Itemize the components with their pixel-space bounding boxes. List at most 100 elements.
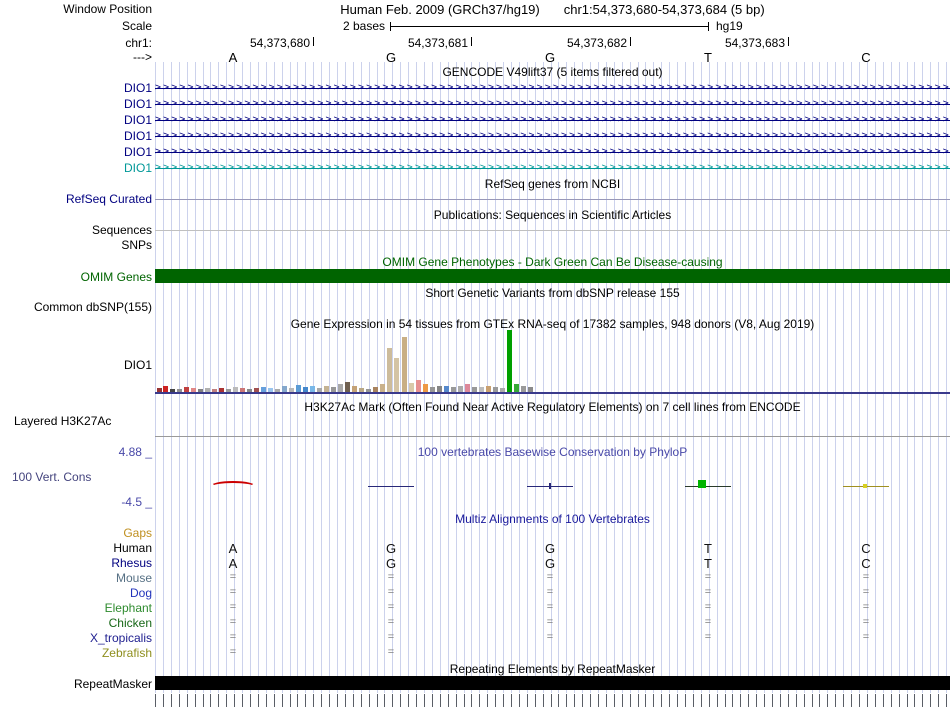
gtex-tissue-bar[interactable] bbox=[296, 385, 301, 392]
ruler-tick bbox=[685, 694, 686, 707]
browser-title: Human Feb. 2009 (GRCh37/hg19) chr1:54,373… bbox=[155, 2, 950, 17]
ruler-tick bbox=[400, 694, 402, 707]
h3k27ac-label[interactable]: Layered H3K27Ac bbox=[14, 414, 111, 428]
assembly-title: Human Feb. 2009 (GRCh37/hg19) bbox=[340, 2, 540, 17]
gencode-transcript-label[interactable]: DIO1 bbox=[124, 129, 152, 143]
gtex-tissue-bar[interactable] bbox=[465, 384, 470, 392]
ruler-tick bbox=[210, 694, 212, 707]
gtex-tissue-bar[interactable] bbox=[514, 384, 519, 392]
omim-genes-label[interactable]: OMIM Genes bbox=[81, 270, 152, 284]
gtex-tissue-bar[interactable] bbox=[416, 380, 421, 392]
ruler-tick-mark bbox=[630, 37, 631, 46]
phylop-mark-box[interactable] bbox=[698, 480, 706, 488]
gencode-transcript-label[interactable]: DIO1 bbox=[124, 145, 152, 159]
ruler-tick bbox=[257, 694, 259, 707]
gencode-transcript-row[interactable]: >>>>>>>>>>>>>>>>>>>>>>>>>>>>>>>>>>>>>>>>… bbox=[155, 160, 950, 176]
species-label[interactable]: Dog bbox=[130, 586, 152, 600]
gtex-tissue-bar[interactable] bbox=[394, 358, 399, 392]
ruler-tick bbox=[463, 694, 465, 707]
gaps-label[interactable]: Gaps bbox=[123, 526, 152, 540]
repeatmasker-bar[interactable] bbox=[155, 676, 950, 690]
ruler-tick bbox=[653, 694, 655, 707]
ruler-tick bbox=[447, 694, 449, 707]
alignment-cell: = bbox=[546, 586, 554, 598]
transcript-arrows: >>>>>>>>>>>>>>>>>>>>>>>>>>>>>>>>>>>>>>>>… bbox=[155, 114, 950, 125]
species-label[interactable]: Zebrafish bbox=[102, 646, 152, 660]
refseq-curated-label[interactable]: RefSeq Curated bbox=[66, 192, 152, 206]
ruler-tick bbox=[242, 694, 243, 707]
alignment-cell: = bbox=[862, 586, 870, 598]
gtex-gene-label[interactable]: DIO1 bbox=[124, 358, 152, 372]
omim-gene-bar[interactable] bbox=[155, 269, 950, 283]
alignment-cell: = bbox=[546, 631, 554, 643]
gencode-transcript-label[interactable]: DIO1 bbox=[124, 161, 152, 175]
ruler-tick bbox=[645, 694, 647, 707]
species-label[interactable]: X_tropicalis bbox=[90, 631, 152, 645]
alignment-cell: C bbox=[861, 541, 871, 556]
gencode-transcript-row[interactable]: >>>>>>>>>>>>>>>>>>>>>>>>>>>>>>>>>>>>>>>>… bbox=[155, 80, 950, 96]
ruler-tick bbox=[803, 694, 805, 707]
gtex-tissue-bar[interactable] bbox=[409, 383, 414, 392]
sequences-label[interactable]: Sequences bbox=[92, 223, 152, 237]
ruler-number: 54,373,683 bbox=[724, 36, 785, 50]
phylop-mark-box[interactable] bbox=[863, 484, 867, 488]
gtex-tissue-bar[interactable] bbox=[423, 384, 428, 392]
chrom-label: chr1: bbox=[125, 36, 152, 50]
ruler-tick-mark bbox=[313, 37, 314, 46]
repeatmasker-label[interactable]: RepeatMasker bbox=[74, 677, 152, 691]
species-label[interactable]: Human bbox=[113, 541, 152, 555]
ruler-tick bbox=[787, 694, 789, 707]
ruler-tick bbox=[265, 694, 267, 707]
gencode-transcript-row[interactable]: >>>>>>>>>>>>>>>>>>>>>>>>>>>>>>>>>>>>>>>>… bbox=[155, 96, 950, 112]
multiz-header: Multiz Alignments of 100 Vertebrates bbox=[455, 512, 650, 526]
phylop-header: 100 vertebrates Basewise Conservation by… bbox=[417, 445, 688, 459]
ruler-tick bbox=[384, 694, 386, 707]
ruler-tick bbox=[914, 694, 916, 707]
ruler-tick bbox=[305, 694, 307, 707]
alignment-cell: = bbox=[229, 616, 237, 628]
refseq-header: RefSeq genes from NCBI bbox=[484, 177, 621, 191]
ruler-tick bbox=[479, 694, 481, 707]
ruler-tick bbox=[582, 694, 584, 707]
alignment-cell: C bbox=[861, 556, 871, 571]
alignment-cell: = bbox=[862, 601, 870, 613]
gtex-tissue-bar[interactable] bbox=[387, 348, 392, 392]
species-label[interactable]: Elephant bbox=[105, 601, 152, 615]
gencode-transcript-label[interactable]: DIO1 bbox=[124, 97, 152, 111]
ruler-tick bbox=[946, 694, 947, 707]
ruler-tick bbox=[669, 694, 671, 707]
gencode-transcript-row[interactable]: >>>>>>>>>>>>>>>>>>>>>>>>>>>>>>>>>>>>>>>>… bbox=[155, 144, 950, 160]
species-label[interactable]: Chicken bbox=[109, 616, 152, 630]
ruler-tick bbox=[273, 694, 275, 707]
ruler-tick bbox=[566, 694, 568, 707]
ruler-number: 54,373,681 bbox=[407, 36, 468, 50]
species-label[interactable]: Rhesus bbox=[111, 556, 152, 570]
snps-label[interactable]: SNPs bbox=[121, 238, 152, 252]
phylop-track-label[interactable]: 100 Vert. Cons bbox=[12, 470, 91, 484]
gencode-transcript-label[interactable]: DIO1 bbox=[124, 81, 152, 95]
refseq-track-line bbox=[155, 199, 950, 200]
gencode-transcript-row[interactable]: >>>>>>>>>>>>>>>>>>>>>>>>>>>>>>>>>>>>>>>>… bbox=[155, 112, 950, 128]
ruler-tick bbox=[827, 694, 829, 707]
ruler-tick bbox=[732, 694, 734, 707]
phylop-mark-line[interactable] bbox=[685, 486, 731, 487]
gencode-transcript-label[interactable]: DIO1 bbox=[124, 113, 152, 127]
ruler-tick bbox=[874, 694, 876, 707]
gtex-tissue-bar[interactable] bbox=[345, 382, 350, 392]
phylop-mark-arc[interactable] bbox=[210, 481, 256, 492]
species-label[interactable]: Mouse bbox=[116, 571, 152, 585]
ruler-tick bbox=[629, 694, 631, 707]
gtex-tissue-bar[interactable] bbox=[507, 330, 512, 392]
ruler-tick bbox=[621, 694, 623, 707]
gtex-tissue-bar[interactable] bbox=[402, 337, 407, 392]
gtex-tissue-bar[interactable] bbox=[338, 384, 343, 392]
ruler-tick bbox=[202, 694, 204, 707]
gencode-transcript-row[interactable]: >>>>>>>>>>>>>>>>>>>>>>>>>>>>>>>>>>>>>>>>… bbox=[155, 128, 950, 144]
ruler-tick bbox=[890, 694, 892, 707]
ruler-tick bbox=[898, 694, 900, 707]
dbsnp-label[interactable]: Common dbSNP(155) bbox=[34, 300, 152, 314]
phylop-mark-line[interactable] bbox=[368, 486, 414, 487]
ruler-tick bbox=[526, 694, 528, 707]
gtex-tissue-bar[interactable] bbox=[380, 384, 385, 392]
alignment-cell: = bbox=[387, 616, 395, 628]
